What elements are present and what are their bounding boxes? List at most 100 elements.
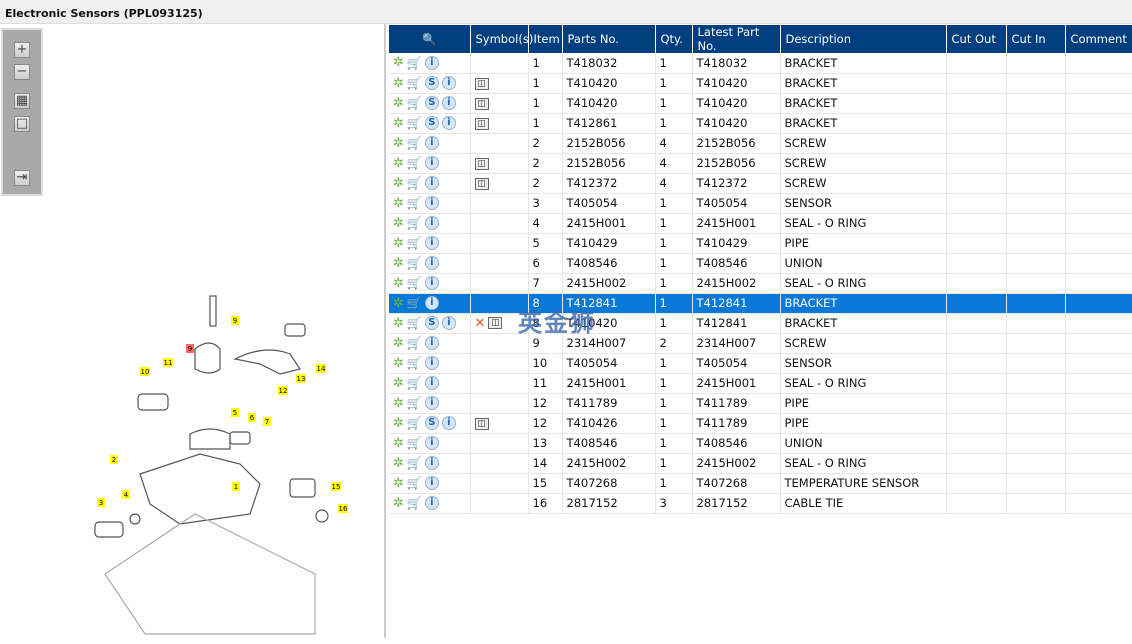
exploded-parts-diagram[interactable]: 9 9 10 11 12 13 14 5 6 7 2 1 4 3 15 16 [60,284,360,644]
zoom-out-button[interactable]: − [14,64,30,80]
table-row[interactable]: ✲ 🛒 i 11 2415H001 1 2415H001 SEAL - O RING [389,373,1132,394]
callout[interactable]: 9 [186,344,194,353]
column-header[interactable]: Description [780,25,947,53]
gear-icon[interactable]: ✲ [393,456,404,471]
cart-icon[interactable]: 🛒 [407,216,422,230]
cart-icon[interactable]: 🛒 [407,96,422,110]
table-row[interactable]: ✲ 🛒 Si ✕ ◫ 8 T410420 1 T412841 BRACKET [389,313,1132,334]
table-row[interactable]: ✲ 🛒 i ◫ 2 2152B056 4 2152B056 SCREW [389,153,1132,174]
info-icon[interactable]: i [424,256,439,270]
gear-icon[interactable]: ✲ [393,156,404,171]
gear-icon[interactable]: ✲ [393,76,404,91]
callout[interactable]: 13 [296,374,306,383]
gear-icon[interactable]: ✲ [393,496,404,511]
gear-icon[interactable]: ✲ [393,136,404,151]
book-magnifier-icon[interactable]: ◫ [474,117,489,130]
table-row[interactable]: ✲ 🛒 i 13 T408546 1 T408546 UNION [389,433,1132,454]
supersession-icon[interactable]: S [424,416,439,430]
book-magnifier-icon[interactable]: ◫ [474,417,489,430]
callout[interactable]: 3 [97,498,105,507]
supersession-icon[interactable]: S [424,96,439,110]
cart-icon[interactable]: 🛒 [407,156,422,170]
fit-all-button[interactable]: ▦ [14,93,30,109]
info-icon[interactable]: i [424,436,439,450]
cart-icon[interactable]: 🛒 [407,136,422,150]
toggle-panel-button[interactable]: ⇥ [14,170,30,186]
cart-icon[interactable]: 🛒 [407,336,422,350]
info-icon[interactable]: i [441,116,456,130]
gear-icon[interactable]: ✲ [393,336,404,351]
cart-icon[interactable]: 🛒 [407,376,422,390]
gear-icon[interactable]: ✲ [393,476,404,491]
table-row[interactable]: ✲ 🛒 i 2 2152B056 4 2152B056 SCREW [389,133,1132,154]
table-row[interactable]: ✲ 🛒 i 16 2817152 3 2817152 CABLE TIE [389,493,1132,514]
table-row[interactable]: ✲ 🛒 i 4 2415H001 1 2415H001 SEAL - O RING [389,213,1132,234]
callout[interactable]: 2 [110,455,118,464]
info-icon[interactable]: i [424,276,439,290]
callout[interactable]: 5 [231,408,239,417]
gear-icon[interactable]: ✲ [393,396,404,411]
gear-icon[interactable]: ✲ [393,236,404,251]
info-icon[interactable]: i [441,416,456,430]
cart-icon[interactable]: 🛒 [407,316,422,330]
gear-icon[interactable]: ✲ [393,296,404,311]
table-row[interactable]: ✲ 🛒 i 3 T405054 1 T405054 SENSOR [389,193,1132,214]
cart-icon[interactable]: 🛒 [407,476,422,490]
gear-icon[interactable]: ✲ [393,216,404,231]
info-icon[interactable]: i [424,396,439,410]
cart-icon[interactable]: 🛒 [407,76,422,90]
column-header[interactable]: Cut Out [946,25,1007,53]
cart-icon[interactable]: 🛒 [407,196,422,210]
callout[interactable]: 14 [316,364,326,373]
table-row[interactable]: ✲ 🛒 Si ◫ 1 T410420 1 T410420 BRACKET [389,93,1132,114]
cart-icon[interactable]: 🛒 [407,256,422,270]
column-header[interactable]: Qty. [655,25,693,53]
info-icon[interactable]: i [424,136,439,150]
search-column-header[interactable]: 🔍 [389,25,471,53]
gear-icon[interactable]: ✲ [393,96,404,111]
table-row[interactable]: ✲ 🛒 i 15 T407268 1 T407268 TEMPERATURE SEN… [389,473,1132,494]
cart-icon[interactable]: 🛒 [407,296,422,310]
info-icon[interactable]: i [424,456,439,470]
info-icon[interactable]: i [424,356,439,370]
info-icon[interactable]: i [424,216,439,230]
gear-icon[interactable]: ✲ [393,436,404,451]
callout[interactable]: 15 [331,482,341,491]
table-row[interactable]: ✲ 🛒 i ◫ 2 T412372 4 T412372 SCREW [389,173,1132,194]
gear-icon[interactable]: ✲ [393,376,404,391]
callout[interactable]: 9 [231,316,239,325]
book-magnifier-icon[interactable]: ◫ [474,77,489,90]
info-icon[interactable]: i [424,55,439,70]
table-row[interactable]: ✲ 🛒 Si ◫ 12 T410426 1 T411789 PIPE [389,413,1132,434]
callout[interactable]: 12 [278,386,288,395]
supersession-icon[interactable]: S [424,316,439,330]
info-icon[interactable]: i [441,96,456,110]
info-icon[interactable]: i [424,176,439,190]
info-icon[interactable]: i [424,196,439,210]
supersession-icon[interactable]: S [424,76,439,90]
info-icon[interactable]: i [424,336,439,350]
column-header[interactable]: Parts No. [562,25,656,53]
table-row[interactable]: ✲ 🛒 i 9 2314H007 2 2314H007 SCREW [389,333,1132,354]
callout[interactable]: 16 [338,504,348,513]
book-magnifier-icon[interactable]: ◫ [474,177,489,190]
table-row[interactable]: ✲ 🛒 i 10 T405054 1 T405054 SENSOR [389,353,1132,374]
gear-icon[interactable]: ✲ [393,55,404,70]
table-row[interactable]: ✲ 🛒 i 6 T408546 1 T408546 UNION [389,253,1132,274]
callout[interactable]: 1 [232,482,240,491]
gear-icon[interactable]: ✲ [393,256,404,271]
table-row[interactable]: ✲ 🛒 i 12 T411789 1 T411789 PIPE [389,393,1132,414]
cart-icon[interactable]: 🛒 [407,416,422,430]
gear-icon[interactable]: ✲ [393,176,404,191]
column-header[interactable]: Cut In [1006,25,1066,53]
book-magnifier-icon[interactable]: ◫ [474,157,489,170]
cart-icon[interactable]: 🛒 [407,116,422,130]
gear-icon[interactable]: ✲ [393,196,404,211]
cart-icon[interactable]: 🛒 [407,456,422,470]
table-row[interactable]: ✲ 🛒 Si ◫ 1 T410420 1 T410420 BRACKET [389,73,1132,94]
table-row[interactable]: ✲ 🛒 i 7 2415H002 1 2415H002 SEAL - O RING [389,273,1132,294]
table-row[interactable]: ✲ 🛒 i 1 T418032 1 T418032 BRACKET [389,53,1132,74]
column-header[interactable]: Comment [1065,25,1132,53]
cart-icon[interactable]: 🛒 [407,56,422,70]
column-header[interactable]: Item [528,25,563,53]
